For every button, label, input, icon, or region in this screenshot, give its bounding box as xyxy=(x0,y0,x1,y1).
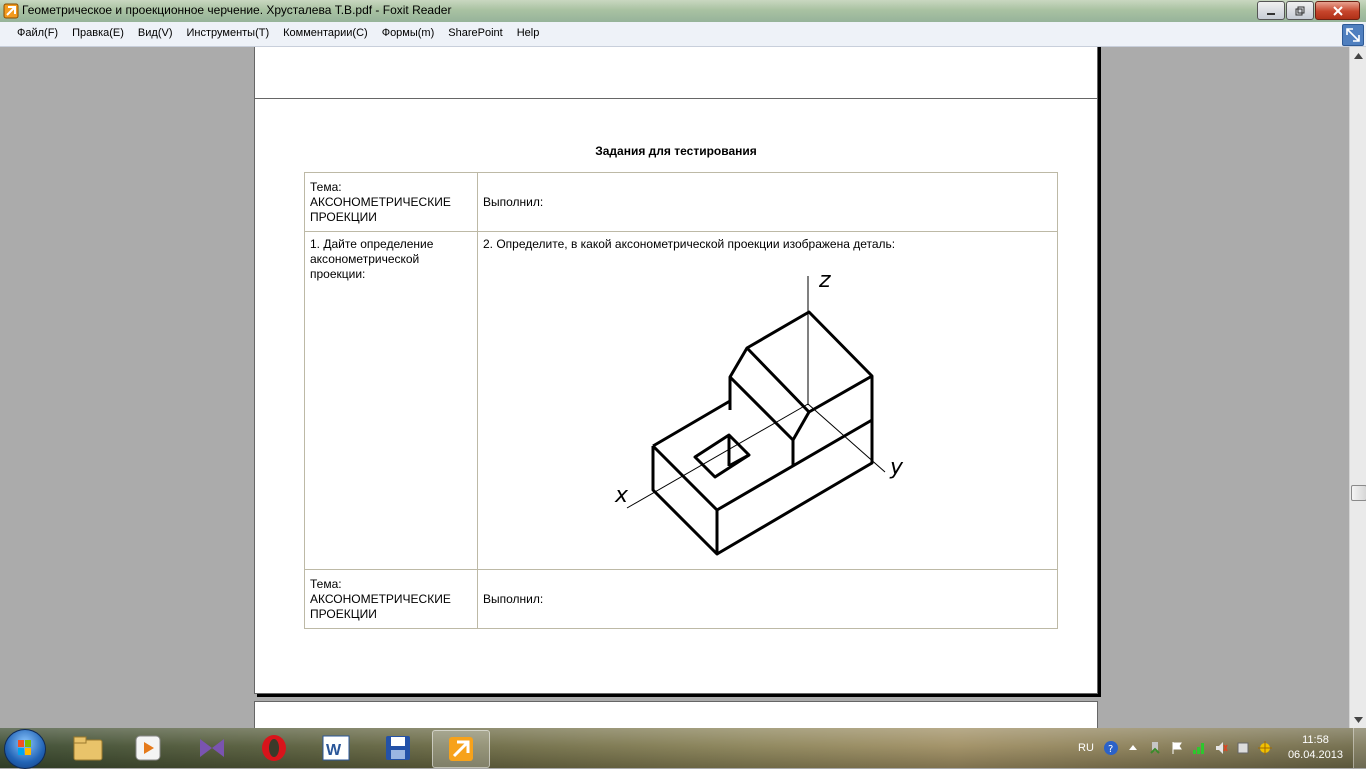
help-icon[interactable]: ? xyxy=(1103,740,1119,756)
taskbar-foxit-reader[interactable] xyxy=(432,730,490,768)
menu-comments[interactable]: Комментарии(C) xyxy=(276,26,375,40)
clock-time: 11:58 xyxy=(1302,734,1329,746)
topic-cell: Тема: АКСОНОМЕТРИЧЕСКИЕ ПРОЕКЦИИ xyxy=(304,569,478,629)
foxit-app-icon[interactable] xyxy=(3,3,19,19)
page-heading: Задания для тестирования xyxy=(595,144,757,158)
question-1-cell: 1. Дайте определение аксонометрической п… xyxy=(304,231,478,570)
update-icon[interactable] xyxy=(1257,740,1273,756)
start-button[interactable] xyxy=(4,729,46,769)
completed-by-label: Выполнил: xyxy=(483,194,544,209)
menu-edit[interactable]: Правка(E) xyxy=(65,26,131,40)
table-row: 1. Дайте определение аксонометрической п… xyxy=(304,231,1058,570)
svg-text:W: W xyxy=(326,742,342,759)
taskbar-save-app[interactable] xyxy=(370,730,426,766)
topic-label: Тема: xyxy=(310,576,342,591)
table-row: Тема: АКСОНОМЕТРИЧЕСКИЕ ПРОЕКЦИИ Выполни… xyxy=(304,569,1058,629)
scroll-down-arrow[interactable] xyxy=(1350,711,1366,728)
taskbar-explorer[interactable] xyxy=(60,730,116,766)
device-icon[interactable] xyxy=(1235,740,1251,756)
menu-forms[interactable]: Формы(m) xyxy=(375,26,442,40)
question-2-text: 2. Определите, в какой аксонометрической… xyxy=(483,237,896,251)
clock[interactable]: 11:58 06.04.2013 xyxy=(1288,733,1343,763)
arrow-up-icon xyxy=(1354,52,1363,59)
menu-view[interactable]: Вид(V) xyxy=(131,26,180,40)
question-1-line3: проекции: xyxy=(310,267,366,281)
z-axis-label: z xyxy=(818,268,831,293)
menu-help[interactable]: Help xyxy=(510,26,547,40)
topic-value-line2: ПРОЕКЦИИ xyxy=(310,209,377,224)
completed-by-cell: Выполнил: xyxy=(477,569,1058,629)
topic-value-line1: АКСОНОМЕТРИЧЕСКИЕ xyxy=(310,194,451,209)
pdf-page: Задания для тестирования Тема: АКСОНОМЕТ… xyxy=(254,98,1098,694)
vertical-scrollbar[interactable] xyxy=(1349,47,1366,728)
axonometric-part-figure: z y x xyxy=(614,268,904,556)
fullscreen-button[interactable] xyxy=(1342,24,1364,46)
close-icon xyxy=(1332,5,1343,16)
minimize-button[interactable] xyxy=(1257,1,1285,20)
svg-text:?: ? xyxy=(1108,744,1113,755)
x-axis-label: x xyxy=(614,483,629,508)
taskbar-visual-studio[interactable] xyxy=(184,730,240,766)
taskbar-opera[interactable] xyxy=(246,730,302,766)
taskbar-media-player[interactable] xyxy=(120,730,176,766)
menu-tools[interactable]: Инструменты(T) xyxy=(180,26,277,40)
usb-device-icon[interactable] xyxy=(1147,740,1163,756)
fullscreen-icon xyxy=(1346,28,1360,42)
minimize-icon xyxy=(1267,12,1275,15)
foxit-reader-icon xyxy=(449,737,473,761)
scroll-thumb[interactable] xyxy=(1351,485,1366,501)
media-player-icon xyxy=(135,735,161,761)
opera-icon xyxy=(262,735,286,761)
table-row: Тема: АКСОНОМЕТРИЧЕСКИЕ ПРОЕКЦИИ Выполни… xyxy=(304,172,1058,232)
scroll-up-arrow[interactable] xyxy=(1350,47,1366,64)
maximize-button[interactable] xyxy=(1286,1,1314,20)
close-button[interactable] xyxy=(1315,1,1360,20)
topic-cell: Тема: АКСОНОМЕТРИЧЕСКИЕ ПРОЕКЦИИ xyxy=(304,172,478,232)
completed-by-label: Выполнил: xyxy=(483,591,544,606)
floppy-disk-icon xyxy=(386,736,410,760)
topic-value-line2: ПРОЕКЦИИ xyxy=(310,606,377,621)
visual-studio-icon xyxy=(200,739,224,757)
question-2-cell: 2. Определите, в какой аксонометрической… xyxy=(477,231,1058,570)
menu-bar: Файл(F) Правка(E) Вид(V) Инструменты(T) … xyxy=(0,22,1366,47)
completed-by-cell: Выполнил: xyxy=(477,172,1058,232)
question-1-line2: аксонометрической xyxy=(310,252,420,266)
document-viewport[interactable]: Задания для тестирования Тема: АКСОНОМЕТ… xyxy=(0,47,1349,728)
word-icon: W xyxy=(322,735,350,761)
system-tray: RU ? 11:58 06.04.2013 xyxy=(1078,728,1366,768)
show-desktop-button[interactable] xyxy=(1353,728,1366,768)
arrow-down-icon xyxy=(1354,716,1363,723)
folder-icon xyxy=(73,736,103,761)
menu-file[interactable]: Файл(F) xyxy=(10,26,65,40)
language-indicator[interactable]: RU xyxy=(1078,742,1094,754)
y-axis-label: y xyxy=(889,455,904,480)
question-1-line1: 1. Дайте определение xyxy=(310,237,434,251)
restore-icon xyxy=(1295,6,1305,15)
topic-value-line1: АКСОНОМЕТРИЧЕСКИЕ xyxy=(310,591,451,606)
topic-label: Тема: xyxy=(310,179,342,194)
taskbar: W RU ? 11:58 06.04.2013 xyxy=(0,728,1366,769)
windows-logo-icon xyxy=(18,740,31,755)
taskbar-word[interactable]: W xyxy=(308,730,364,766)
volume-icon[interactable] xyxy=(1213,740,1229,756)
square-hole xyxy=(693,433,751,479)
title-bar: Геометрическое и проекционное черчение. … xyxy=(0,0,1366,22)
show-hidden-icons[interactable] xyxy=(1125,740,1141,756)
part-outline xyxy=(651,310,874,556)
menu-sharepoint[interactable]: SharePoint xyxy=(441,26,509,40)
network-icon[interactable] xyxy=(1191,740,1207,756)
clock-date: 06.04.2013 xyxy=(1287,749,1343,761)
next-page xyxy=(254,701,1098,728)
test-table: Тема: АКСОНОМЕТРИЧЕСКИЕ ПРОЕКЦИИ Выполни… xyxy=(304,172,1058,629)
window-title: Геометрическое и проекционное черчение. … xyxy=(22,3,452,17)
action-center-flag-icon[interactable] xyxy=(1169,740,1185,756)
